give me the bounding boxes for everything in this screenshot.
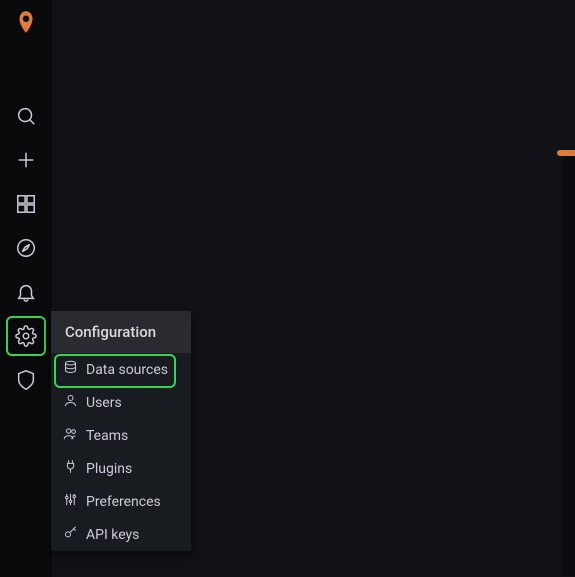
plug-icon [63, 459, 78, 478]
panel-edge [562, 156, 575, 576]
menu-item-api-keys[interactable]: API keys [51, 518, 191, 551]
explore-icon[interactable] [6, 228, 46, 268]
search-icon[interactable] [6, 96, 46, 136]
user-icon [63, 393, 78, 412]
key-icon [63, 525, 78, 544]
configuration-icon[interactable] [6, 316, 46, 356]
menu-item-preferences[interactable]: Preferences [51, 485, 191, 518]
menu-item-label: Users [86, 395, 122, 411]
server-admin-icon[interactable] [6, 360, 46, 400]
users-icon [63, 426, 78, 445]
menu-item-label: Teams [86, 428, 128, 444]
menu-item-teams[interactable]: Teams [51, 419, 191, 452]
configuration-popup-title: Configuration [51, 311, 191, 353]
menu-item-label: Preferences [86, 494, 161, 510]
menu-item-data-sources[interactable]: Data sources [51, 353, 191, 386]
menu-item-plugins[interactable]: Plugins [51, 452, 191, 485]
grafana-logo-icon[interactable] [12, 8, 40, 36]
database-icon [63, 360, 78, 379]
left-sidebar [0, 0, 52, 577]
menu-item-label: Plugins [86, 461, 132, 477]
sliders-icon [63, 492, 78, 511]
dashboards-icon[interactable] [6, 184, 46, 224]
menu-item-label: Data sources [86, 362, 168, 378]
configuration-popup: Configuration Data sources Users Teams P… [51, 311, 191, 551]
menu-item-users[interactable]: Users [51, 386, 191, 419]
alerting-icon[interactable] [6, 272, 46, 312]
create-icon[interactable] [6, 140, 46, 180]
menu-item-label: API keys [86, 527, 139, 543]
